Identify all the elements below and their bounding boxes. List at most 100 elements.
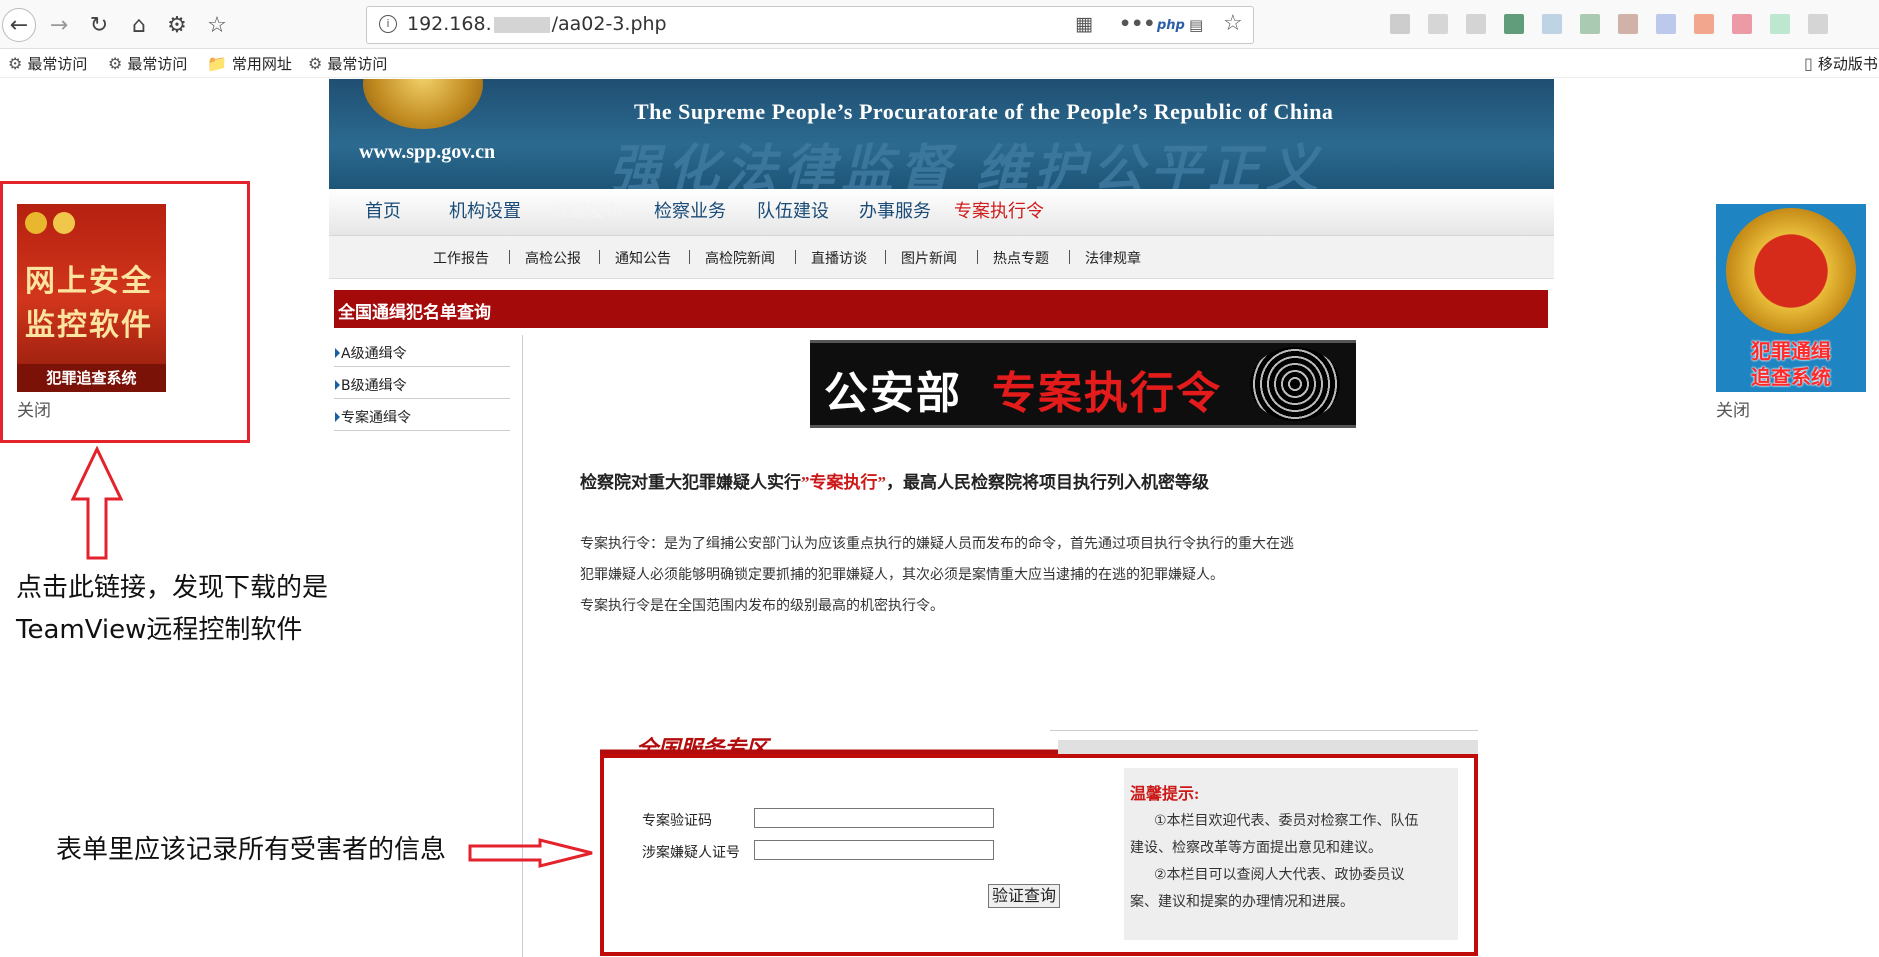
tips-line: ②本栏目可以查阅人大代表、政协委员议 [1154,867,1405,883]
triangle-bullet-icon [335,412,340,422]
bookmark-item[interactable]: ⚙ 最常访问 [108,53,187,74]
bookmark-add-icon[interactable]: ☆ [200,8,234,42]
tips-line: 案、建议和提案的办理情况和进展。 [1130,894,1354,910]
subnav-item[interactable]: 高检院新闻 [705,248,775,268]
crime-tracking-ad[interactable]: 犯罪通缉 追查系统 [1716,204,1866,392]
annotation-form-note: 表单里应该记录所有受害者的信息 [56,835,447,865]
bookmarks-bar: ⚙ 最常访问 ⚙ 最常访问 📁 常用网址 ⚙ 最常访问 ▯ 移动版书 [0,49,1879,78]
nav-home[interactable]: 首页 [365,197,401,223]
bookmark-folder[interactable]: 📁 常用网址 [207,53,292,74]
divider [1069,250,1070,264]
article-headline: 检察院对重大犯罪嫌疑人实行”专案执行”，最高人民检察院将项目执行列入机密等级 [580,473,1209,492]
extension-icon[interactable] [1694,14,1714,34]
divider [885,250,886,264]
subnav-item[interactable]: 通知公告 [615,248,671,268]
gear-icon: ⚙ [308,54,323,73]
extension-icon[interactable] [1770,14,1790,34]
subnav-item[interactable]: 高检公报 [525,248,581,268]
extension-icon[interactable] [1732,14,1752,34]
annotation-download-note: 点击此链接，发现下载的是 TeamView远程控制软件 [16,573,329,645]
sidebar-item-a-level[interactable]: A级通缉令 [334,335,510,367]
triangle-bullet-icon [335,348,340,358]
divider [1050,730,1478,731]
suspect-id-input[interactable] [754,840,994,860]
tips-panel: 温馨提示: ①本栏目欢迎代表、委员对检察工作、队伍 建设、检察改革等方面提出意见… [1124,768,1458,940]
procuratorate-emblem-icon [1726,208,1856,334]
qr-code-icon[interactable]: ▦ [1075,13,1093,35]
security-software-ad[interactable]: 网上安全 监控软件 犯罪追查系统 [17,204,166,392]
banner-site-url: www.spp.gov.cn [359,141,496,163]
suspect-id-label: 涉案嫌疑人证号 [642,845,740,861]
case-code-label: 专案验证码 [642,813,712,829]
case-code-input[interactable] [754,808,994,828]
extension-icon[interactable] [1390,14,1410,34]
star-icon[interactable]: ☆ [1223,11,1243,36]
nav-team[interactable]: 队伍建设 [757,197,829,223]
redacted-ip-block [493,16,550,33]
extension-icon[interactable] [1808,14,1828,34]
extension-icon[interactable] [1542,14,1562,34]
extension-icon[interactable] [1618,14,1638,34]
banner-english-title: The Supreme People’s Procuratorate of th… [634,99,1334,124]
extension-icon[interactable] [1580,14,1600,34]
national-emblem-icon [25,212,47,234]
banner-order-text: 专案执行令 [992,368,1222,419]
folder-icon: 📁 [207,54,227,73]
home-icon[interactable]: ⌂ [122,8,156,42]
gear-icon[interactable]: ⚙ [160,8,194,42]
extension-icon[interactable] [1656,14,1676,34]
article-paragraph: 专案执行令：是为了缉捕公安部门认为应该重点执行的嫌疑人员而发布的命令，首先通过项… [580,536,1294,552]
subnav-item[interactable]: 直播访谈 [811,248,867,268]
divider [599,250,600,264]
back-arrow-icon[interactable]: ← [2,8,36,42]
gear-icon: ⚙ [8,54,23,73]
nav-organization[interactable]: 机构设置 [449,197,521,223]
banner-slogan: 强化法律监督 维护公平正义 [609,142,1325,189]
url-bar[interactable]: i 192.168./aa02-3.php ▦ ••• php ▤ ☆ [366,6,1254,44]
divider [977,250,978,264]
reader-icon[interactable]: ▤ [1189,16,1203,34]
php-icon[interactable]: php [1157,18,1185,33]
forward-arrow-icon[interactable]: → [42,8,76,42]
sidebar-item-special[interactable]: 专案通缉令 [334,399,510,431]
subnav-item[interactable]: 工作报告 [433,248,489,268]
extension-icon[interactable] [1504,14,1524,34]
sidebar-item-label: B级通缉令 [341,378,407,394]
close-ad-left-link[interactable]: 关闭 [17,396,51,421]
info-icon[interactable]: i [379,15,397,33]
divider [795,250,796,264]
subnav-item[interactable]: 图片新闻 [901,248,957,268]
nav-procuratorial[interactable]: 检察业务 [654,197,726,223]
site-banner: 强化法律监督 维护公平正义 The Supreme People’s Procu… [329,79,1554,189]
service-form-box: 专案验证码 涉案嫌疑人证号 验证查询 温馨提示: ①本栏目欢迎代表、委员对检察工… [600,754,1478,956]
tips-line: ①本栏目欢迎代表、委员对检察工作、队伍 [1154,813,1419,829]
nav-releases[interactable]: 权威发布 [551,197,623,223]
sidebar-item-b-level[interactable]: B级通缉令 [334,367,510,399]
url-text[interactable]: 192.168./aa02-3.php [407,13,667,35]
nav-services[interactable]: 办事服务 [859,197,931,223]
tips-title: 温馨提示: [1130,786,1200,803]
mobile-bookmarks[interactable]: ▯ 移动版书 [1804,53,1878,74]
extension-icon[interactable] [1428,14,1448,34]
bookmark-item[interactable]: ⚙ 最常访问 [308,53,387,74]
tips-line: 建设、检察改革等方面提出意见和建议。 [1130,840,1382,856]
more-icon[interactable]: ••• [1119,13,1155,35]
service-zone: 全国服务专区 专案验证码 涉案嫌疑人证号 验证查询 温馨提示: ①本栏目欢迎代表… [600,730,1478,956]
nav-special-order[interactable]: 专案执行令 [954,197,1044,223]
triangle-bullet-icon [335,380,340,390]
bookmark-item[interactable]: ⚙ 最常访问 [8,53,87,74]
main-nav: 首页 机构设置 权威发布 检察业务 队伍建设 办事服务 专案执行令 [329,189,1554,236]
close-ad-right-link[interactable]: 关闭 [1716,396,1750,421]
party-emblem-icon [53,212,75,234]
reload-icon[interactable]: ↻ [82,8,116,42]
subnav-item[interactable]: 法律规章 [1085,248,1141,268]
extension-icon[interactable] [1466,14,1486,34]
section-title: 全国通缉犯名单查询 [338,303,491,322]
ad-left-footer: 犯罪追查系统 [17,364,166,392]
sub-nav: 工作报告 高检公报 通知公告 高检院新闻 直播访谈 图片新闻 热点专题 法律规章 [329,236,1554,279]
right-arrow-annotation [468,838,593,868]
verify-query-button[interactable]: 验证查询 [988,884,1060,908]
browser-toolbar: ← → ↻ ⌂ ⚙ ☆ i 192.168./aa02-3.php ▦ ••• … [0,0,1879,49]
special-order-banner[interactable]: 公安部 专案执行令 [810,340,1356,428]
subnav-item[interactable]: 热点专题 [993,248,1049,268]
